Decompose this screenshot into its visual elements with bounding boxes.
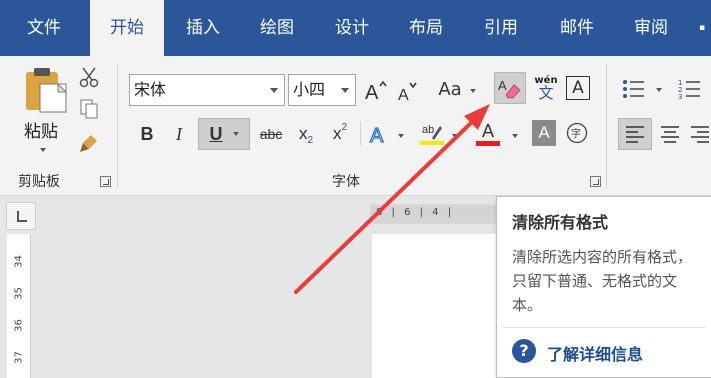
arrow-shaft	[294, 120, 474, 294]
annotation-arrow	[294, 104, 490, 294]
word-window: 文件 开始 插入 绘图 设计 布局 引用 邮件 审阅 ▪ 粘贴 剪贴板 宋体 小…	[0, 0, 711, 378]
